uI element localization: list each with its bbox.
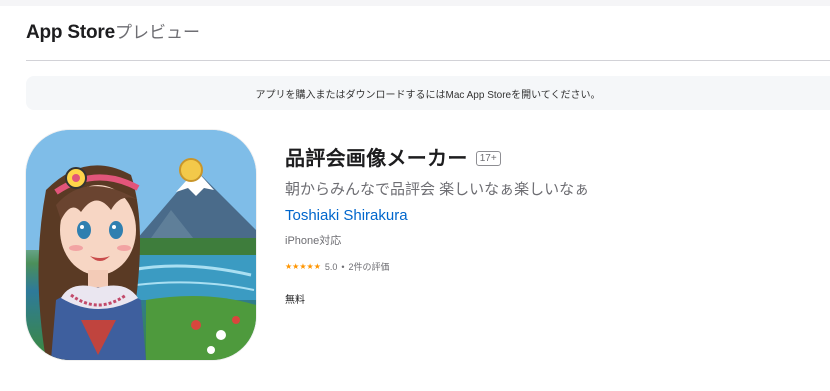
price-label: 無料 [285, 295, 305, 306]
developer-link[interactable]: Toshiaki Shirakura [285, 207, 589, 224]
app-subtitle: 朝からみんなで品評会 楽しいなぁ楽しいなぁ [285, 181, 590, 198]
top-bar [0, 0, 830, 6]
device-compatibility: iPhone対応 [285, 235, 342, 247]
rating-value: 5.0 [324, 261, 338, 272]
app-info: 品評会画像メーカー 17+ 朝からみんなで品評会 楽しいなぁ楽しいなぁ Tosh… [285, 142, 589, 306]
rating-count: 2件の評価 [348, 262, 390, 272]
open-mac-app-store-banner: アプリを購入またはダウンロードするにはMac App Storeを開いてください… [26, 76, 830, 110]
rating-row: ★★★★★ 5.0 • 2件の評価 [285, 260, 589, 273]
app-icon [26, 130, 256, 360]
title-row: 品評会画像メーカー 17+ [285, 142, 589, 171]
store-header: App Storeプレビュー [26, 18, 830, 61]
age-rating-badge: 17+ [475, 150, 501, 166]
banner-text: アプリを購入またはダウンロードするにはMac App Storeを開いてください… [255, 89, 601, 101]
rating-separator: • [341, 261, 345, 272]
preview-label: プレビュー [114, 23, 200, 42]
star-rating-icon: ★★★★★ [285, 262, 321, 271]
app-store-brand[interactable]: App Store [26, 22, 115, 43]
anime-girl-mountain-lake-icon [26, 130, 256, 360]
app-title: 品評会画像メーカー [285, 148, 468, 170]
